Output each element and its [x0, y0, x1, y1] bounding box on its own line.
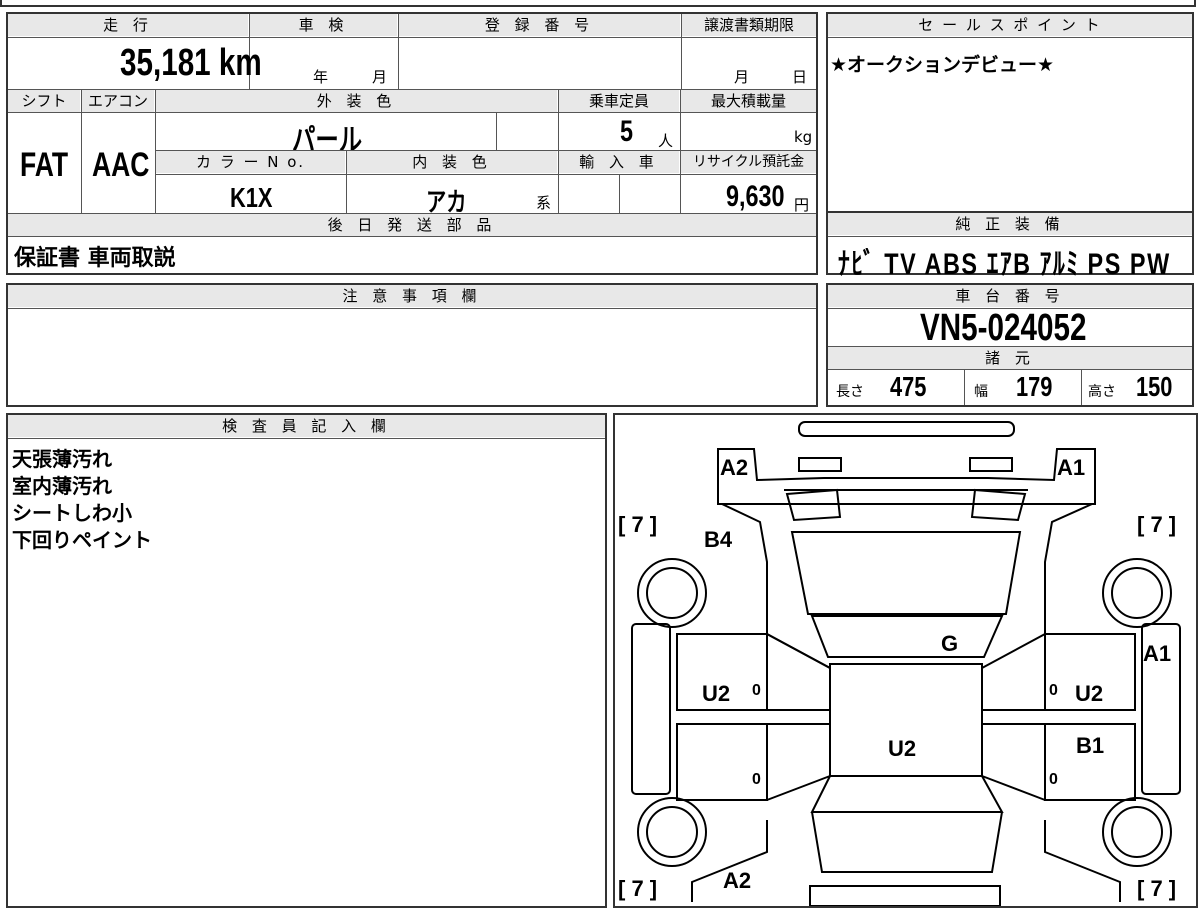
sales-point-text: ★オークションデビュー★ [830, 54, 1055, 76]
transfer-day: 日 [792, 68, 808, 86]
mark-right-fender: A1 [1143, 641, 1171, 666]
mark-rear: A2 [723, 868, 751, 893]
equipment-header: 純 正 装 備 [828, 213, 1192, 235]
equipment-list: ﾅﾋﾞ TV ABS ｴｱB ｱﾙﾐ PS PW [838, 248, 1171, 281]
capacity-header: 乗車定員 [559, 90, 679, 112]
interior-header: 内 装 色 [347, 151, 557, 173]
mark-front-right: A1 [1057, 455, 1085, 480]
width-value: 179 [1016, 371, 1053, 402]
specs-header: 諸 元 [828, 347, 1192, 369]
mileage-value: 35,181 km [120, 42, 262, 84]
registration-header: 登 録 番 号 [399, 14, 680, 36]
tread-front-left: [ 7 ] [618, 512, 657, 537]
ac-header: エアコン [82, 90, 154, 112]
equipment-box: 純 正 装 備 ﾅﾋﾞ TV ABS ｴｱB ｱﾙﾐ PS PW [826, 211, 1194, 281]
vehicle-info-table: 走 行 車 検 登 録 番 号 譲渡書類期限 35,181 km 年 月 月 日… [6, 12, 818, 275]
maxload-unit: kg [794, 128, 813, 146]
recycle-header: リサイクル預託金 [681, 151, 816, 173]
mark-right-rear-door: B1 [1076, 733, 1104, 758]
mark-front-left: A2 [720, 455, 748, 480]
mark-glass: G [941, 631, 958, 656]
chassis-number: VN5-024052 [920, 307, 1087, 349]
length-label: 長さ [836, 384, 864, 400]
colorno-header: カ ラ ー N o. [156, 151, 345, 173]
maxload-header: 最大積載量 [681, 90, 816, 112]
transfer-month: 月 [734, 68, 750, 86]
inspection-year: 年 [313, 68, 329, 86]
mark-right-front-door: U2 [1075, 681, 1103, 706]
transfer-deadline-header: 譲渡書類期限 [682, 14, 816, 36]
notes-header: 注 意 事 項 欄 [8, 285, 816, 307]
sales-point-box: セ ー ル ス ポ イ ン ト ★オークションデビュー★ [826, 12, 1194, 213]
width-label: 幅 [974, 384, 988, 400]
inspector-header: 検 査 員 記 入 欄 [8, 415, 605, 437]
later-parts-header: 後 日 発 送 部 品 [8, 214, 816, 236]
recycle-value: 9,630 [726, 180, 785, 213]
inspection-month: 月 [372, 68, 388, 86]
mark-roof: U2 [888, 736, 916, 761]
mark-b4: B4 [704, 527, 733, 552]
exterior-header: 外 装 色 [156, 90, 557, 112]
tread-rear-right: [ 7 ] [1137, 876, 1176, 901]
shift-value: FAT [20, 146, 69, 184]
capacity-value: 5 [620, 115, 634, 148]
mark-left-front-door: U2 [702, 681, 730, 706]
mark-zero-1: 0 [752, 682, 761, 699]
tread-front-right: [ 7 ] [1137, 512, 1176, 537]
inspector-line-2: 室内薄汚れ [12, 474, 112, 498]
mark-zero-2: 0 [1049, 682, 1058, 699]
chassis-box: 車 台 番 号 VN5-024052 諸 元 長さ 475 幅 179 高さ 1… [826, 283, 1194, 407]
mark-zero-3: 0 [752, 771, 761, 788]
inspector-line-1: 天張薄汚れ [12, 447, 112, 471]
car-diagram-box: A2 A1 B4 G U2 U2 U2 A1 B1 A2 0 0 0 0 [ 7… [613, 413, 1198, 908]
inspector-line-4: 下回りペイント [12, 528, 152, 552]
capacity-unit: 人 [658, 132, 674, 150]
sales-point-header: セ ー ル ス ポ イ ン ト [828, 14, 1192, 36]
recycle-unit: 円 [794, 196, 810, 214]
inspector-line-3: シートしわ小 [12, 501, 132, 525]
tread-rear-left: [ 7 ] [618, 876, 657, 901]
colorno-value: K1X [230, 182, 273, 213]
inspector-box: 検 査 員 記 入 欄 天張薄汚れ 室内薄汚れ シートしわ小 下回りペイント [6, 413, 607, 908]
import-header: 輸 入 車 [559, 151, 679, 173]
mileage-header: 走 行 [8, 14, 248, 36]
height-value: 150 [1136, 371, 1173, 402]
mark-zero-4: 0 [1049, 771, 1058, 788]
later-parts-value: 保証書 車両取説 [14, 246, 176, 271]
chassis-header: 車 台 番 号 [828, 285, 1192, 307]
interior-suffix: 系 [536, 194, 552, 212]
notes-box: 注 意 事 項 欄 [6, 283, 818, 407]
car-diagram: A2 A1 B4 G U2 U2 U2 A1 B1 A2 0 0 0 0 [ 7… [618, 421, 1181, 906]
length-value: 475 [890, 371, 927, 402]
inspection-header: 車 検 [250, 14, 397, 36]
top-strip [0, 0, 1196, 7]
shift-header: シフト [8, 90, 80, 112]
height-label: 高さ [1088, 384, 1116, 400]
ac-value: AAC [92, 146, 150, 184]
